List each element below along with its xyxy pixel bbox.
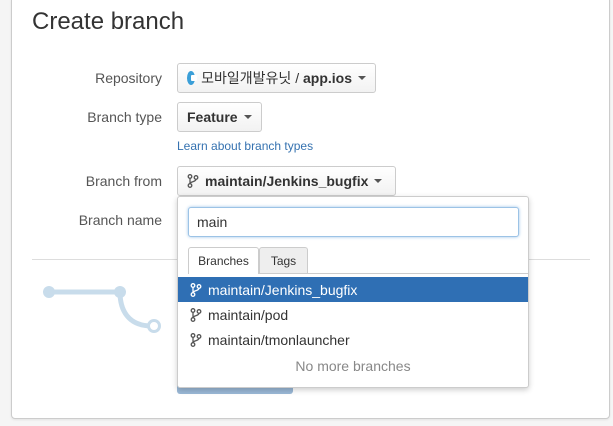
- repository-icon: [187, 71, 198, 85]
- tab-tags[interactable]: Tags: [259, 247, 308, 273]
- repository-separator: /: [291, 70, 303, 86]
- branch-icon: [187, 174, 199, 188]
- branch-type-select-button[interactable]: Feature: [177, 102, 262, 132]
- tab-branches[interactable]: Branches: [188, 247, 259, 274]
- list-item-label: maintain/pod: [208, 306, 289, 323]
- caret-down-icon: [358, 76, 366, 80]
- branch-icon: [190, 282, 202, 297]
- repository-name: app.ios: [302, 70, 352, 86]
- branch-type-label: Branch type: [87, 109, 162, 125]
- branch-icon: [190, 307, 202, 322]
- page-title: Create branch: [32, 8, 185, 35]
- list-item[interactable]: maintain/tmonlauncher: [178, 327, 528, 352]
- no-more-branches-text: No more branches: [295, 358, 411, 374]
- branch-icon: [190, 332, 202, 347]
- repository-project: 모바일개발유닛: [201, 70, 292, 86]
- repository-label: Repository: [95, 70, 162, 86]
- list-item[interactable]: maintain/pod: [178, 302, 528, 327]
- branch-diagram: [43, 286, 161, 333]
- branch-type-value: Feature: [187, 109, 238, 125]
- branch-from-value: maintain/Jenkins_bugfix: [205, 173, 369, 189]
- list-item-label: maintain/Jenkins_bugfix: [208, 281, 358, 298]
- branch-from-dropdown: Branches Tags maintain/Jenkins_bugfix ma…: [177, 196, 529, 388]
- branch-from-select-button[interactable]: maintain/Jenkins_bugfix: [177, 166, 396, 196]
- branch-search-input[interactable]: [188, 207, 519, 237]
- branch-from-label: Branch from: [85, 173, 162, 189]
- caret-down-icon: [374, 179, 383, 183]
- list-item-label: maintain/tmonlauncher: [208, 331, 350, 348]
- learn-branch-types-link[interactable]: Learn about branch types: [177, 139, 313, 153]
- branch-name-label: Branch name: [78, 212, 162, 228]
- repository-select-button[interactable]: 모바일개발유닛 / app.ios: [177, 63, 376, 93]
- caret-down-icon: [243, 115, 252, 119]
- list-item[interactable]: maintain/Jenkins_bugfix: [178, 277, 528, 302]
- branch-list: maintain/Jenkins_bugfix maintain/pod mai…: [178, 277, 528, 380]
- branch-tabs: Branches Tags: [188, 247, 529, 274]
